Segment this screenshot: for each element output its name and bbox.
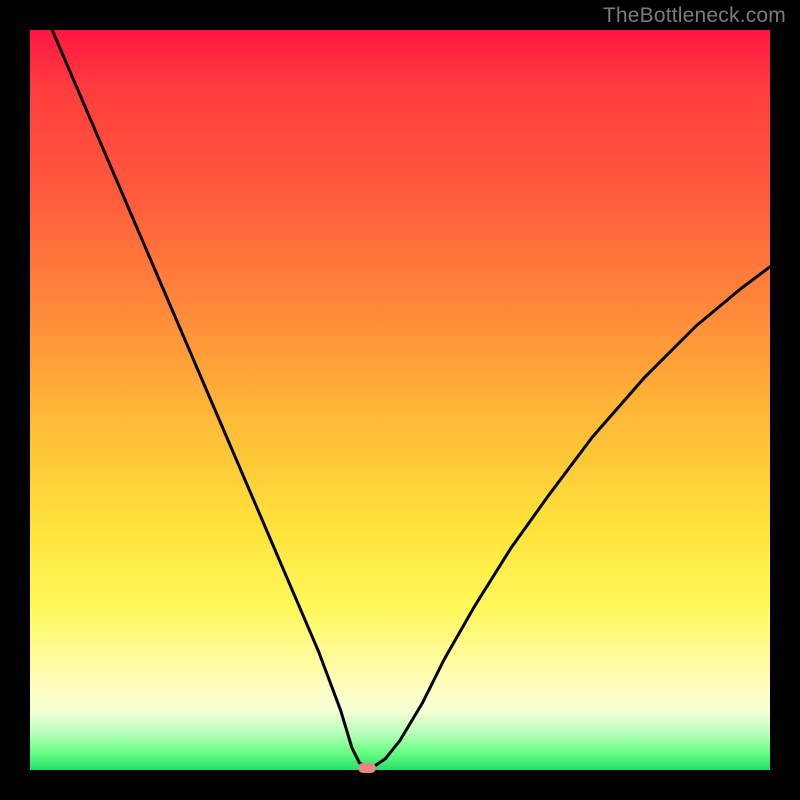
bottleneck-curve bbox=[30, 30, 770, 770]
optimum-marker bbox=[358, 763, 376, 773]
chart-container: TheBottleneck.com bbox=[0, 0, 800, 800]
watermark-text: TheBottleneck.com bbox=[603, 4, 786, 28]
